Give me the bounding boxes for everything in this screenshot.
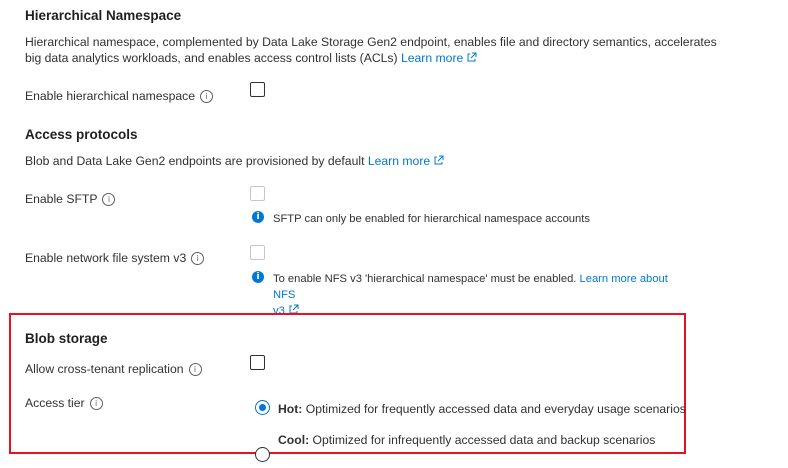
enable-sftp-label-text: Enable SFTP (25, 192, 98, 206)
enable-nfs-label: Enable network file system v3 i (25, 251, 205, 265)
nfs-note-text: To enable NFS v3 'hierarchical namespace… (273, 273, 577, 285)
hns-description-line2: big data analytics workloads, and enable… (25, 50, 725, 66)
info-filled-icon: i (252, 211, 264, 223)
access-protocols-description-text: Blob and Data Lake Gen2 endpoints are pr… (25, 154, 365, 168)
cross-tenant-label: Allow cross-tenant replication i (25, 362, 202, 376)
blob-storage-title: Blob storage (25, 331, 108, 346)
sftp-note: SFTP can only be enabled for hierarchica… (273, 213, 590, 225)
enable-hns-checkbox[interactable] (250, 82, 265, 97)
info-icon[interactable]: i (89, 396, 103, 410)
access-tier-label-text: Access tier (25, 396, 85, 410)
cool-tier-name: Cool: (278, 433, 310, 447)
info-icon[interactable]: i (188, 362, 202, 376)
hot-tier-radio[interactable] (255, 400, 270, 415)
info-icon[interactable]: i (191, 251, 205, 265)
hns-learn-more-text: Learn more (400, 51, 464, 65)
info-icon[interactable]: i (200, 89, 214, 103)
enable-sftp-label: Enable SFTP i (25, 192, 116, 206)
enable-sftp-checkbox[interactable] (250, 186, 265, 201)
info-icon[interactable]: i (102, 192, 116, 206)
access-protocols-title: Access protocols (25, 127, 138, 142)
access-tier-label: Access tier i (25, 396, 103, 410)
enable-nfs-checkbox[interactable] (250, 245, 265, 260)
access-protocols-description: Blob and Data Lake Gen2 endpoints are pr… (25, 153, 444, 169)
nfs-note-line1: To enable NFS v3 'hierarchical namespace… (273, 271, 683, 303)
enable-hns-label-text: Enable hierarchical namespace (25, 89, 196, 103)
enable-hns-label: Enable hierarchical namespace i (25, 89, 214, 103)
hns-description: Hierarchical namespace, complemented by … (25, 34, 725, 66)
nfs-note: To enable NFS v3 'hierarchical namespace… (273, 271, 683, 319)
cool-tier-label[interactable]: Cool: Optimized for infrequently accesse… (278, 433, 655, 447)
hns-description-line1: Hierarchical namespace, complemented by … (25, 35, 717, 49)
hns-description-text: big data analytics workloads, and enable… (25, 51, 398, 65)
info-filled-icon: i (252, 271, 264, 283)
hot-tier-label[interactable]: Hot: Optimized for frequently accessed d… (278, 402, 686, 416)
cool-tier-desc: Optimized for infrequently accessed data… (312, 433, 656, 447)
protocols-learn-more-text: Learn more (367, 154, 431, 168)
hot-tier-name: Hot: (278, 402, 303, 416)
hns-title: Hierarchical Namespace (25, 8, 182, 23)
cross-tenant-checkbox[interactable] (250, 355, 265, 370)
external-link-icon (434, 155, 444, 165)
cross-tenant-label-text: Allow cross-tenant replication (25, 362, 184, 376)
external-link-icon (467, 52, 477, 62)
protocols-learn-more-link[interactable]: Learn more (368, 154, 444, 168)
hot-tier-desc: Optimized for frequently accessed data a… (305, 402, 686, 416)
hns-learn-more-link[interactable]: Learn more (401, 51, 477, 65)
enable-nfs-label-text: Enable network file system v3 (25, 251, 187, 265)
cool-tier-radio[interactable] (255, 447, 270, 462)
